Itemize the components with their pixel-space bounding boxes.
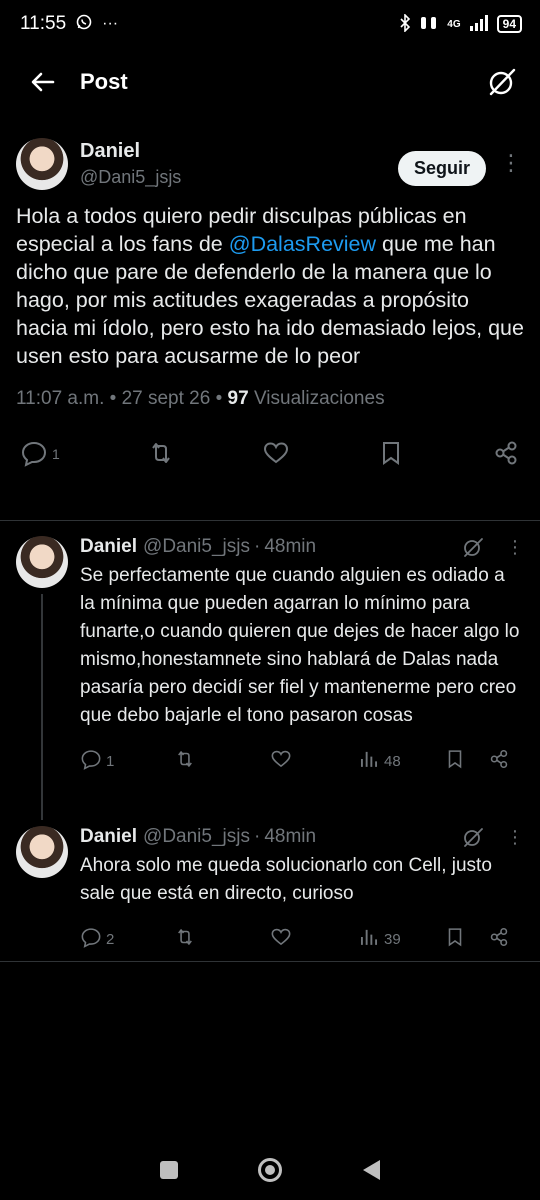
share-button[interactable] — [488, 748, 510, 774]
reply-text: Ahora solo me queda solucionarlo con Cel… — [80, 855, 492, 904]
heart-icon — [270, 926, 292, 952]
main-post: Daniel @Dani5_jsjs Seguir ⋮ Hola a todos… — [0, 138, 540, 470]
reply-text: Se perfectamente que cuando alguien es o… — [80, 565, 520, 726]
repost-button[interactable] — [174, 748, 270, 774]
bookmark-button[interactable] — [377, 439, 405, 470]
share-button[interactable] — [488, 926, 510, 952]
back-arrow-icon[interactable] — [28, 67, 58, 97]
reply-actions: 2 39 — [80, 926, 524, 952]
repost-icon — [147, 439, 175, 470]
share-button[interactable] — [492, 439, 520, 470]
repost-button[interactable] — [174, 926, 270, 952]
views-button[interactable]: 39 — [358, 926, 444, 952]
reply-item[interactable]: Daniel @Dani5_jsjs · 48min ⋮ Ahora solo … — [0, 826, 540, 952]
repost-icon — [174, 748, 196, 774]
system-back-button[interactable] — [362, 1160, 380, 1180]
like-button[interactable] — [270, 926, 358, 952]
author-handle[interactable]: @Dani5_jsjs — [80, 167, 398, 188]
signal-icon — [469, 14, 489, 34]
share-icon — [488, 926, 510, 952]
repost-button[interactable] — [147, 439, 175, 470]
analytics-icon — [358, 748, 380, 774]
reply-separator: · — [253, 826, 261, 847]
reply-separator: · — [253, 536, 261, 557]
more-options-icon[interactable]: ⋮ — [500, 152, 522, 174]
reply-item[interactable]: Daniel @Dani5_jsjs · 48min ⋮ Se perfecta… — [0, 536, 540, 774]
views-count: 39 — [384, 930, 401, 948]
like-button[interactable] — [262, 439, 290, 470]
divider — [0, 961, 540, 962]
top-header: Post — [0, 52, 540, 112]
bookmark-icon — [377, 439, 405, 470]
mention-link[interactable]: @DalasReview — [229, 232, 376, 256]
views-count: 97 — [227, 388, 249, 409]
page-title: Post — [80, 69, 128, 94]
reply-icon — [20, 439, 48, 470]
reply-button[interactable]: 1 — [80, 748, 174, 774]
reply-author-name[interactable]: Daniel — [80, 826, 137, 848]
earbuds-icon — [419, 14, 439, 35]
avatar[interactable] — [16, 536, 68, 588]
heart-icon — [270, 748, 292, 774]
reply-count: 1 — [52, 446, 60, 462]
follow-button[interactable]: Seguir — [397, 151, 486, 186]
reply-button[interactable]: 2 — [80, 926, 174, 952]
post-timestamp: 11:07 a.m. • 27 sept 26 • — [16, 388, 228, 409]
more-options-icon[interactable]: ⋮ — [506, 827, 524, 848]
reply-count: 1 — [106, 752, 115, 770]
reply-time: 48min — [264, 826, 317, 847]
views-count: 48 — [384, 752, 401, 770]
views-label: Visualizaciones — [248, 388, 385, 409]
reply-author-handle[interactable]: @Dani5_jsjs — [143, 536, 250, 558]
reply-actions: 1 48 — [80, 748, 524, 774]
author-name[interactable]: Daniel — [80, 140, 398, 163]
more-options-icon[interactable]: ⋮ — [506, 537, 524, 558]
reply-count: 2 — [106, 930, 115, 948]
system-nav-bar — [0, 1140, 540, 1200]
analytics-icon — [358, 926, 380, 952]
share-icon — [492, 439, 520, 470]
battery-indicator: 94 — [496, 15, 522, 33]
like-button[interactable] — [270, 748, 358, 774]
reply-author-name[interactable]: Daniel — [80, 536, 137, 558]
share-icon — [488, 748, 510, 774]
bluetooth-icon — [399, 12, 411, 35]
recent-apps-button[interactable] — [160, 1161, 179, 1179]
avatar[interactable] — [16, 826, 68, 878]
reply-author-handle[interactable]: @Dani5_jsjs — [143, 826, 250, 848]
post-text: Hola a todos quiero pedir disculpas públ… — [0, 202, 540, 370]
home-button[interactable] — [258, 1158, 283, 1182]
bookmark-button[interactable] — [444, 748, 488, 774]
reply-button[interactable]: 1 — [20, 439, 60, 470]
post-actions: 1 — [0, 438, 540, 470]
reply-icon — [80, 926, 102, 952]
reply-time: 48min — [264, 536, 317, 557]
repost-icon — [174, 926, 196, 952]
heart-icon — [262, 439, 290, 470]
whatsapp-icon — [76, 14, 92, 35]
views-button[interactable]: 48 — [358, 748, 444, 774]
reply-icon — [80, 748, 102, 774]
status-time: 11:55 — [20, 13, 67, 34]
grok-icon[interactable] — [486, 66, 518, 98]
avatar[interactable] — [16, 138, 68, 190]
post-meta: 11:07 a.m. • 27 sept 26 • 97 Visualizaci… — [0, 388, 540, 410]
divider — [0, 520, 540, 521]
status-bar: 11:55 ··· 4G 94 — [0, 0, 540, 48]
grok-icon[interactable] — [462, 536, 484, 558]
bookmark-icon — [444, 926, 466, 952]
more-icon: ··· — [102, 15, 119, 32]
bookmark-button[interactable] — [444, 926, 488, 952]
bookmark-icon — [444, 748, 466, 774]
grok-icon[interactable] — [462, 826, 484, 848]
network-label: 4G — [447, 18, 461, 30]
